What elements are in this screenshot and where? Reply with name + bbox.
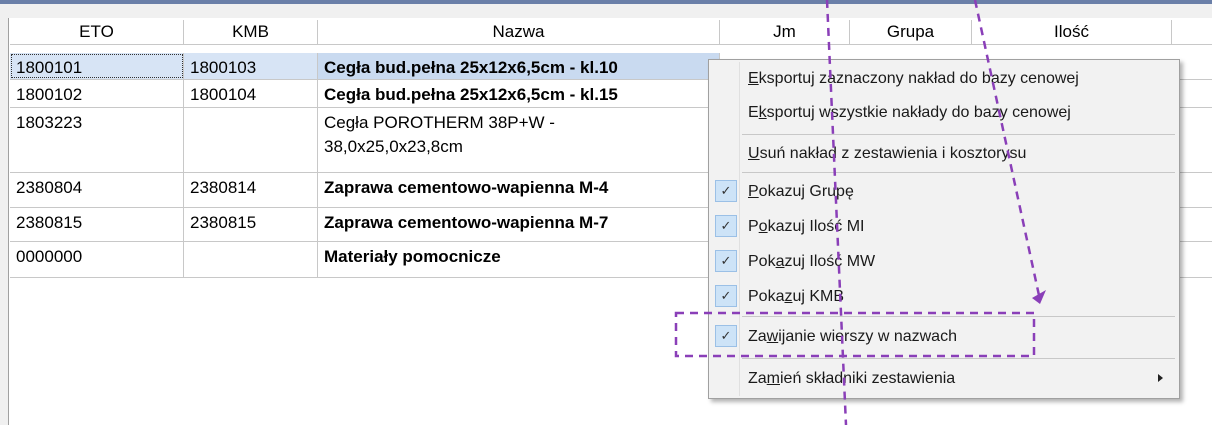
annotation-highlight-box — [674, 311, 1036, 358]
annotation-arrow-line — [973, 0, 1042, 301]
annotation-vertical-line — [825, 0, 848, 425]
annotation-overlay — [674, 0, 1046, 425]
